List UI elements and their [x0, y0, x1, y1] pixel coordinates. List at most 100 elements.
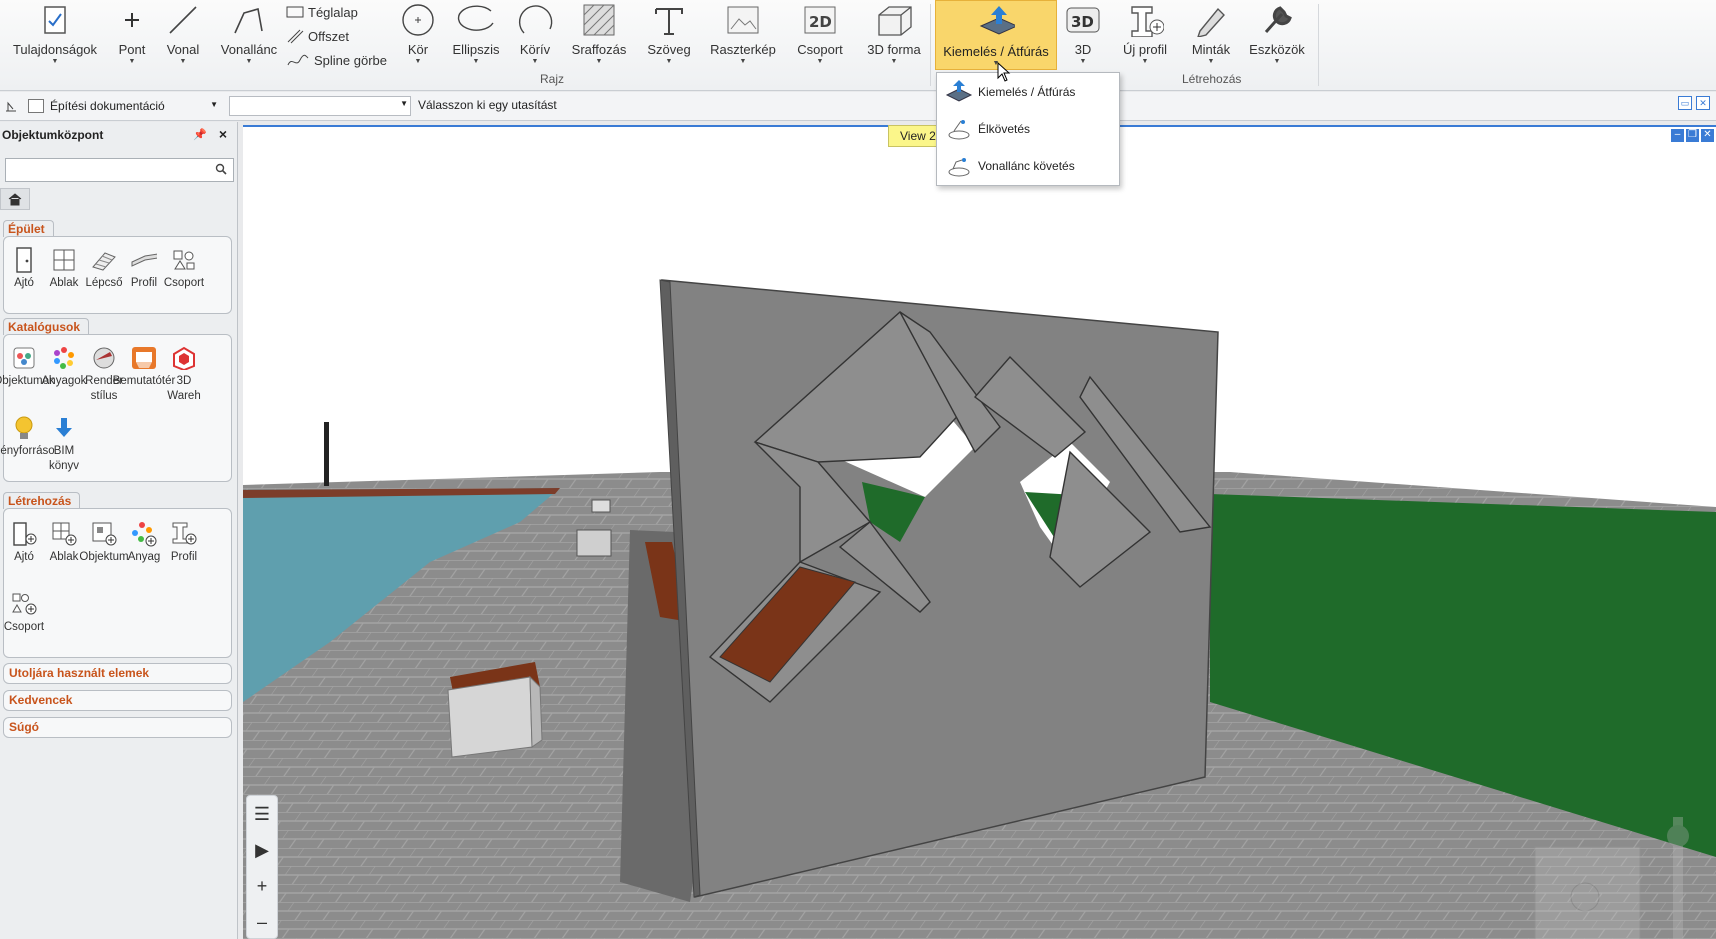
tools-button[interactable]: Eszközök ▼ [1246, 0, 1308, 66]
tool-new-material[interactable]: Anyag [124, 521, 164, 565]
hatch-button[interactable]: Sraffozás ▼ [566, 0, 632, 66]
new-object-icon [91, 521, 117, 547]
new-material-icon [131, 521, 157, 547]
tool-label: Ajtó [14, 277, 34, 289]
new-profile-button[interactable]: Új profil ▼ [1114, 0, 1176, 66]
command-bar: Építési dokumentáció ▼ ▼ Válasszon ki eg… [0, 92, 1716, 121]
chevron-down-icon: ▼ [179, 58, 187, 65]
ribbon: Tulajdonságok ▼ Pont ▼ Vonal ▼ Vonallánc… [0, 0, 1716, 91]
patterns-button[interactable]: Minták ▼ [1186, 0, 1236, 66]
group-2d-label: Csoport [797, 42, 843, 57]
hatch-label: Sraffozás [571, 42, 627, 57]
close-icon[interactable]: × [219, 126, 227, 142]
minimize-icon[interactable]: – [1671, 129, 1684, 142]
group-label-create: Létrehozás [1182, 72, 1242, 86]
close-icon[interactable]: ✕ [1696, 96, 1710, 110]
new-window-icon [51, 521, 77, 547]
tool-new-profile[interactable]: Profil [164, 521, 204, 565]
menu-item-polyline-follow[interactable]: Vonallánc követés [937, 149, 1121, 183]
arc-button[interactable]: Körív ▼ [512, 0, 558, 66]
zoom-in-icon[interactable]: + [247, 868, 277, 904]
section-help[interactable]: Súgó [3, 717, 232, 738]
section-title-catalogs[interactable]: Katalógusok [3, 318, 90, 335]
tool-group[interactable]: Csoport [164, 247, 204, 291]
view-tab[interactable]: View 2 [888, 125, 938, 147]
3d-viewport[interactable]: – ❐ ✕ [243, 125, 1716, 939]
tool-bim-book[interactable]: BIM könyv [44, 415, 84, 474]
tool-3d-warehouse[interactable]: 3D Wareh [164, 345, 204, 404]
render-style-icon [91, 345, 117, 371]
tool-objects[interactable]: Objektumok [0, 345, 55, 389]
layout-select[interactable]: Építési dokumentáció ▼ [28, 95, 218, 117]
raster-button[interactable]: Raszterkép ▼ [708, 0, 778, 66]
home-tab[interactable] [0, 188, 30, 210]
arc-label: Körív [519, 42, 551, 57]
section-title-building[interactable]: Épület [3, 220, 54, 237]
rectangle-button[interactable]: Téglalap [286, 0, 396, 24]
restore-icon[interactable]: ❐ [1686, 129, 1699, 142]
lightbulb-icon [11, 415, 37, 441]
tools-icon [1258, 1, 1296, 38]
text-label: Szöveg [647, 42, 691, 57]
new-profile-icon [1126, 1, 1164, 38]
point-button[interactable]: Pont ▼ [112, 0, 152, 66]
mouse-cursor-icon [997, 62, 1011, 82]
list-icon[interactable]: ☰ [247, 796, 277, 832]
tool-window[interactable]: Ablak [44, 247, 84, 291]
section-recent[interactable]: Utoljára használt elemek [3, 663, 232, 684]
tool-new-group[interactable]: Csoport [4, 591, 44, 635]
chevron-down-icon: ▼ [1079, 58, 1087, 65]
line-button[interactable]: Vonal ▼ [160, 0, 206, 66]
text-button[interactable]: Szöveg ▼ [644, 0, 694, 66]
extrude-button[interactable]: Kiemelés / Átfúrás ▼ [935, 0, 1057, 70]
new-profile-label: Új profil [1122, 42, 1168, 57]
tool-new-door[interactable]: Ajtó [4, 521, 44, 565]
shape-3d-button[interactable]: 3D forma ▼ [862, 0, 926, 66]
tool-label: Lépcső [85, 277, 123, 289]
navigation-cube[interactable] [1534, 846, 1641, 939]
raster-label: Raszterkép [710, 42, 776, 57]
circle-label: Kör [407, 42, 429, 57]
group-separator [930, 4, 931, 86]
small-draw-tools: Téglalap Offszet Spline görbe [286, 0, 396, 72]
tool-new-object[interactable]: Objektum [79, 521, 129, 565]
search-input[interactable] [5, 158, 234, 182]
tool-label: Profil [130, 277, 158, 289]
chevron-down-icon: ▼ [245, 58, 253, 65]
section-create: Ajtó Ablak Objektum Anyag Profil Csoport [3, 508, 232, 658]
section-favorites[interactable]: Kedvencek [3, 690, 232, 711]
spline-button[interactable]: Spline görbe [286, 48, 396, 72]
view-3d-button[interactable]: 3D 3D ▼ [1063, 0, 1103, 66]
offset-button[interactable]: Offszet [286, 24, 396, 48]
panel-title: Objektumközpont [2, 128, 104, 142]
tool-stairs[interactable]: Lépcső [84, 247, 124, 291]
extrude-dropdown-menu: Kiemelés / Átfúrás Élkövetés Vonallánc k… [936, 72, 1120, 186]
section-title-create[interactable]: Létrehozás [3, 492, 81, 509]
group-2d-button[interactable]: 2D Csoport ▼ [792, 0, 848, 66]
svg-text:2D: 2D [809, 13, 832, 31]
ellipse-button[interactable]: Ellipszis ▼ [448, 0, 504, 66]
ellipse-label: Ellipszis [452, 42, 500, 57]
tool-light-sources[interactable]: Fényforráso [0, 415, 55, 459]
menu-item-extrude[interactable]: Kiemelés / Átfúrás [937, 75, 1121, 109]
circle-button[interactable]: Kör ▼ [400, 0, 436, 66]
tool-new-window[interactable]: Ablak [44, 521, 84, 565]
tool-door[interactable]: Ajtó [4, 247, 44, 291]
zoom-out-icon[interactable]: – [247, 904, 277, 939]
restore-icon[interactable]: ▭ [1678, 96, 1692, 110]
polyline-button[interactable]: Vonallánc ▼ [216, 0, 282, 66]
extrude-label: Kiemelés / Átfúrás [943, 44, 1049, 59]
chevron-down-icon[interactable]: ▼ [400, 99, 408, 108]
play-icon[interactable]: ▶ [247, 832, 277, 868]
close-icon[interactable]: ✕ [1701, 129, 1714, 142]
search-icon[interactable] [215, 163, 227, 175]
pin-icon[interactable]: 📌 [193, 128, 207, 141]
tool-materials[interactable]: Anyagok [42, 345, 86, 389]
pointer-tool-icon[interactable] [4, 99, 18, 113]
properties-button[interactable]: Tulajdonságok ▼ [8, 0, 102, 66]
panel-header: Objektumközpont 📌 × [0, 122, 237, 148]
tool-showroom[interactable]: Bemutatótér [113, 345, 175, 389]
menu-item-edge-follow[interactable]: Élkövetés [937, 112, 1121, 146]
command-input[interactable]: ▼ [229, 96, 411, 116]
tool-profile[interactable]: Profil [124, 247, 164, 291]
